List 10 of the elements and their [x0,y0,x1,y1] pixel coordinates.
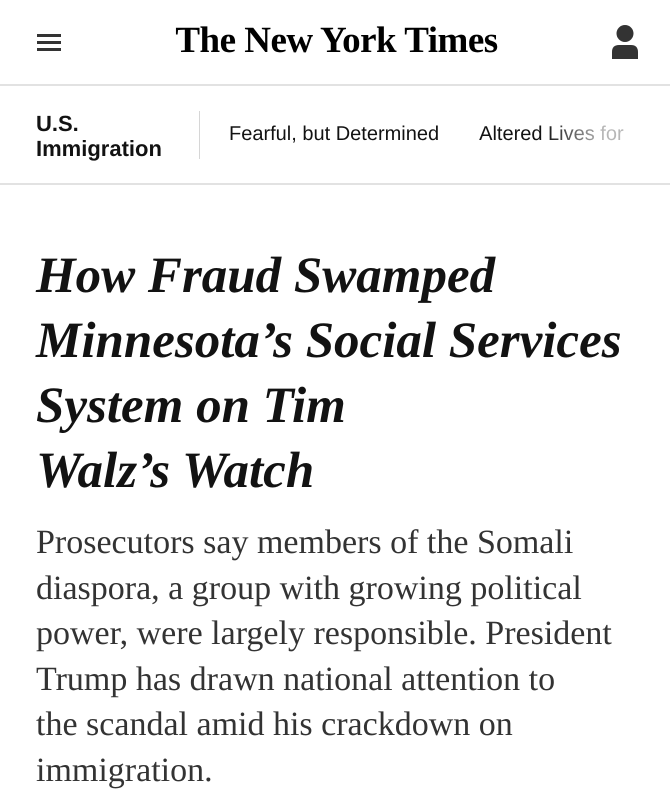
headline: How Fraud Swamped Minnesota’s Social Services System on Tim Walz’s Watch [36,247,623,501]
summary-text: Prosecutors say members of the Somali diaspora, a group with growing political power, were largely responsible. President Trump has drawn national attention to the scandal amid his crackdown on immigration. [36,523,613,790]
story-link[interactable]: Fearful, but Determined [229,123,440,146]
menu-button[interactable] [37,34,61,50]
user-icon [612,25,638,59]
newspaper-logo[interactable]: The New York Times [175,18,498,62]
story-link[interactable]: Altered Lives for [479,123,624,146]
menu-icon [37,34,61,50]
account-button[interactable] [612,25,638,59]
section-link[interactable]: U.S. Immigration [36,110,172,160]
